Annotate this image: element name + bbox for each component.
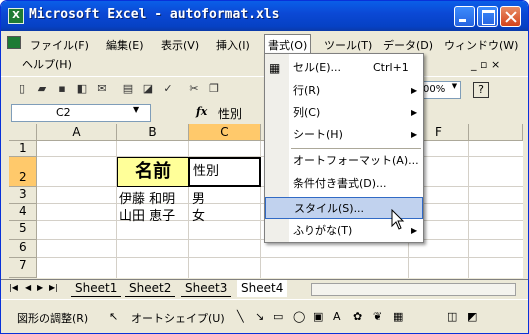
open-icon[interactable]: ▰ [35,82,49,96]
format-menu-column[interactable]: 列(C) ▶ [265,102,423,124]
3d-icon[interactable]: ◩ [467,310,477,323]
excel-app-icon[interactable]: X [8,8,24,24]
cut-icon[interactable]: ✂ [187,82,201,96]
menu-file[interactable]: ファイル(F) [27,35,92,55]
submenu-arrow-icon: ▶ [411,86,418,95]
sheet-tab-sheet2[interactable]: Sheet2 [125,280,176,297]
cell-format-icon: ▦ [269,61,281,75]
help-icon[interactable]: ? [473,82,489,98]
menu-help[interactable]: ヘルプ(H) [19,54,75,74]
textbox-icon[interactable]: ▣ [313,310,323,323]
workbook-window-controls[interactable]: _ ▫ × [471,58,500,71]
name-box[interactable]: C2 [11,104,151,122]
zoom-dropdown-icon[interactable]: ▼ [449,80,460,92]
diagram-icon[interactable]: ✿ [353,310,362,323]
row-header-4[interactable]: 4 [9,204,37,221]
formula-value[interactable]: 性別 [218,105,242,122]
print-preview-icon[interactable]: ◪ [141,82,155,96]
first-sheet-icon[interactable]: |◀ [9,283,18,292]
select-all-corner[interactable] [9,124,37,141]
title-bar[interactable]: X Microsoft Excel - autoformat.xls [1,1,528,31]
next-sheet-icon[interactable]: ▶ [37,283,43,292]
oval-icon[interactable]: ◯ [293,310,305,323]
format-menu-cell[interactable]: ▦ セル(E)... Ctrl+1 [265,57,423,79]
column-header-c[interactable]: C [189,124,261,141]
sheet-tab-sheet1[interactable]: Sheet1 [71,280,122,297]
sheet-tab-sheet4-active[interactable]: Sheet4 [237,280,288,297]
menu-insert[interactable]: 挿入(I) [213,35,253,55]
email-icon[interactable]: ✉ [95,82,109,96]
row-header-6[interactable]: 6 [9,240,37,258]
format-menu-row[interactable]: 行(R) ▶ [265,80,423,102]
minimize-button[interactable] [454,6,475,27]
permission-icon[interactable]: ◧ [75,82,89,96]
submenu-arrow-icon: ▶ [411,130,418,139]
select-objects-icon[interactable]: ↖ [109,310,118,323]
picture-icon[interactable]: ▦ [393,310,403,323]
print-icon[interactable]: ▤ [121,82,135,96]
excel-window: X Microsoft Excel - autoformat.xls ファイル(… [0,0,529,334]
name-box-value: C2 [56,106,71,119]
last-sheet-icon[interactable]: ▶| [49,283,58,292]
column-header-g[interactable] [469,124,523,141]
menu-view[interactable]: 表示(V) [158,35,202,55]
row-header-2[interactable]: 2 [9,157,37,187]
workbook-icon[interactable] [7,36,21,49]
submenu-arrow-icon: ▶ [411,108,418,117]
copy-icon[interactable]: ❐ [207,82,221,96]
save-icon[interactable]: ▪ [55,82,69,96]
zoom-value: 00% [423,84,446,95]
name-box-dropdown-icon[interactable]: ▼ [133,105,139,114]
spelling-icon[interactable]: ✓ [161,82,175,96]
cell-c4[interactable]: 女 [192,205,205,224]
format-menu-sheet[interactable]: シート(H) ▶ [265,124,423,146]
horizontal-scrollbar[interactable] [311,283,516,296]
row-header-7[interactable]: 7 [9,258,37,278]
menu-tools[interactable]: ツール(T) [321,35,375,55]
column-header-a[interactable]: A [37,124,117,141]
prev-sheet-icon[interactable]: ◀ [25,283,31,292]
line-icon[interactable]: ╲ [237,310,244,323]
menu-window[interactable]: ウィンドウ(W) [441,35,521,55]
new-icon[interactable]: ▯ [15,82,29,96]
cell-c2-active[interactable]: 性別 [189,157,261,187]
format-menu-autoformat[interactable]: オートフォーマット(A)... [265,150,423,172]
autoshape-menu[interactable]: オートシェイプ(U) [131,310,225,326]
maximize-button[interactable] [477,6,498,27]
sheet-tab-sheet3[interactable]: Sheet3 [181,280,232,297]
row-header-5[interactable]: 5 [9,221,37,240]
menu-data[interactable]: データ(D) [380,35,436,55]
drawing-toolbar: 図形の調整(R) ↖ オートシェイプ(U) ╲ ↘ ▭ ◯ ▣ A ✿ ❦ ▦ … [1,299,528,333]
window-title: Microsoft Excel - autoformat.xls [29,7,280,22]
rectangle-icon[interactable]: ▭ [273,310,283,323]
submenu-arrow-icon: ▶ [411,226,418,235]
close-button[interactable] [500,6,521,27]
clipart-icon[interactable]: ❦ [373,310,382,323]
wordart-icon[interactable]: A [333,310,341,323]
mouse-cursor-icon [391,209,405,230]
format-menu-conditional[interactable]: 条件付き書式(D)... [265,173,423,195]
insert-function-icon[interactable]: fx [196,105,207,118]
shape-adjust-menu[interactable]: 図形の調整(R) [17,310,88,326]
row-header-3[interactable]: 3 [9,187,37,204]
column-header-b[interactable]: B [117,124,189,141]
cell-b2[interactable]: 名前 [117,157,189,187]
menu-edit[interactable]: 編集(E) [103,35,147,55]
cell-b4[interactable]: 山田 恵子 [119,205,175,224]
row-header-1[interactable]: 1 [9,141,37,157]
sheet-tab-bar: |◀ ◀ ▶ ▶| Sheet1 Sheet2 Sheet3 Sheet4 [1,279,528,297]
shadow-icon[interactable]: ◫ [447,310,457,323]
arrow-icon[interactable]: ↘ [255,310,264,323]
